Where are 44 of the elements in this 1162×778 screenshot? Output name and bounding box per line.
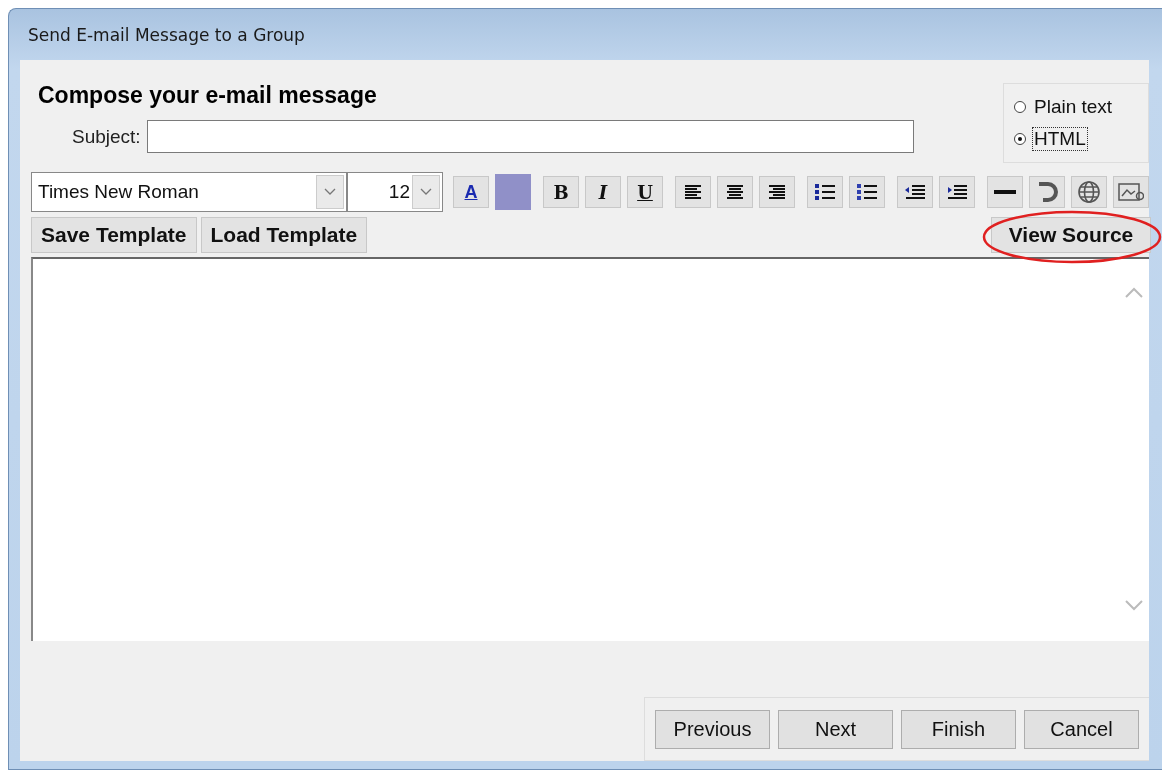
subject-field[interactable] [146, 120, 914, 153]
color-swatch[interactable] [495, 174, 531, 210]
bold-button[interactable]: B [543, 176, 579, 208]
numbered-list-icon [856, 183, 878, 201]
alignleft-button[interactable] [675, 176, 711, 208]
bullet-list-icon [814, 183, 836, 201]
font-dropdown[interactable]: Times New Roman [31, 172, 347, 212]
radio-label[interactable]: Plain text [1032, 95, 1115, 119]
align-left-icon [683, 184, 703, 200]
radio-label[interactable]: HTML [1032, 127, 1088, 151]
footer-button[interactable]: Cancel [1024, 709, 1139, 749]
image-icon [1118, 181, 1144, 203]
align-center-icon [725, 184, 745, 200]
numbers-button[interactable] [849, 176, 885, 208]
window-title: Send E-mail Message to a Group [28, 24, 305, 45]
view-source-button[interactable]: View Source [991, 217, 1151, 253]
align-right-icon [767, 184, 787, 200]
footer-button[interactable]: Previous [655, 709, 770, 749]
link-button[interactable] [1071, 176, 1107, 208]
outdent-button[interactable] [897, 176, 933, 208]
font-color-button[interactable]: A [453, 176, 489, 208]
footer-button[interactable]: Finish [901, 709, 1016, 749]
chevron-down-icon [420, 188, 432, 196]
italic-button[interactable]: I [585, 176, 621, 208]
globe-icon [1077, 180, 1101, 204]
image-button[interactable] [1113, 176, 1149, 208]
radio-button[interactable] [1014, 101, 1026, 113]
indent-icon [946, 183, 968, 201]
bullets-button[interactable] [807, 176, 843, 208]
chevron-down-icon [324, 188, 336, 196]
indent-button[interactable] [939, 176, 975, 208]
aligncenter-button[interactable] [717, 176, 753, 208]
radio-button[interactable] [1014, 133, 1026, 145]
section-heading: Compose your e-mail message [38, 82, 378, 109]
alignright-button[interactable] [759, 176, 795, 208]
template-button[interactable]: Load Template [200, 217, 368, 253]
footer-button[interactable]: Next [778, 709, 893, 749]
subject-label: Subject: [72, 125, 141, 148]
rule-button[interactable] [987, 176, 1023, 208]
undo-button[interactable] [1029, 176, 1065, 208]
template-button[interactable]: Save Template [31, 217, 197, 253]
size-dropdown[interactable]: 12 [347, 172, 443, 212]
outdent-icon [904, 183, 926, 201]
underline-button[interactable]: U [627, 176, 663, 208]
